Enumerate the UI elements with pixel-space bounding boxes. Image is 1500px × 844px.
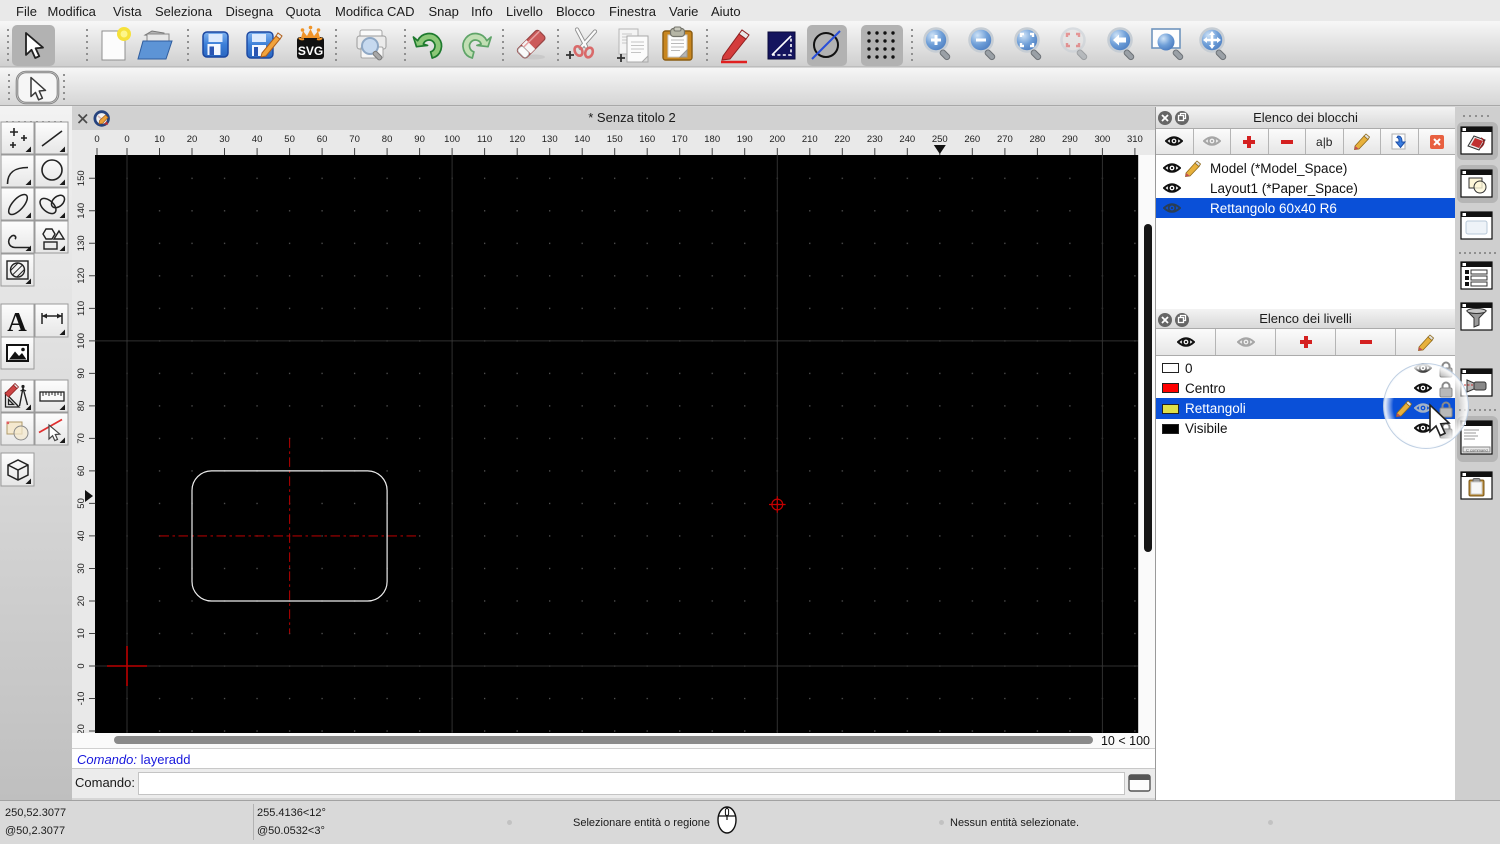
svg-text:110: 110: [477, 134, 492, 145]
svg-text:20: 20: [76, 596, 87, 607]
svg-text:20: 20: [187, 134, 198, 145]
svg-text:300: 300: [1094, 134, 1110, 145]
svg-text:140: 140: [574, 134, 590, 145]
svg-text:280: 280: [1029, 134, 1045, 145]
svg-text:260: 260: [964, 134, 980, 145]
svg-text:130: 130: [542, 134, 558, 145]
svg-text:50: 50: [284, 134, 295, 145]
svg-text:-20: -20: [76, 724, 87, 733]
svg-text:60: 60: [76, 466, 87, 477]
svg-text:250: 250: [932, 134, 948, 145]
svg-text:30: 30: [76, 563, 87, 574]
svg-text:140: 140: [76, 203, 87, 219]
svg-text:10: 10: [76, 628, 87, 639]
svg-text:-10: -10: [76, 692, 87, 706]
svg-text:100: 100: [444, 134, 460, 145]
svg-text:170: 170: [672, 134, 688, 145]
svg-text:150: 150: [607, 134, 623, 145]
svg-text:150: 150: [76, 170, 87, 186]
svg-text:100: 100: [76, 333, 87, 349]
svg-text:30: 30: [219, 134, 230, 145]
svg-text:90: 90: [76, 368, 87, 379]
svg-text:220: 220: [834, 134, 850, 145]
svg-text:120: 120: [76, 268, 87, 284]
svg-text:60: 60: [317, 134, 328, 145]
svg-text:C command: C command: [1466, 448, 1488, 453]
svg-text:0: 0: [76, 663, 87, 668]
svg-text:10: 10: [154, 134, 165, 145]
svg-text:0: 0: [124, 134, 129, 145]
svg-text:160: 160: [639, 134, 655, 145]
svg-text:70: 70: [349, 134, 360, 145]
svg-text:90: 90: [414, 134, 425, 145]
svg-text:110: 110: [76, 301, 87, 316]
svg-text:180: 180: [704, 134, 720, 145]
svg-text:120: 120: [509, 134, 525, 145]
svg-text:310: 310: [1127, 134, 1143, 145]
svg-text:80: 80: [382, 134, 393, 145]
svg-text:200: 200: [769, 134, 785, 145]
svg-text:230: 230: [867, 134, 883, 145]
svg-text:A: A: [7, 307, 27, 337]
svg-text:290: 290: [1062, 134, 1078, 145]
svg-text:0: 0: [94, 134, 99, 145]
svg-text:70: 70: [76, 433, 87, 444]
svg-text:240: 240: [899, 134, 915, 145]
svg-text:210: 210: [802, 134, 818, 145]
svg-text:80: 80: [76, 401, 87, 412]
svg-text:130: 130: [76, 235, 87, 251]
svg-text:40: 40: [252, 134, 263, 145]
svg-text:190: 190: [737, 134, 753, 145]
svg-text:40: 40: [76, 531, 87, 542]
svg-text:270: 270: [997, 134, 1013, 145]
